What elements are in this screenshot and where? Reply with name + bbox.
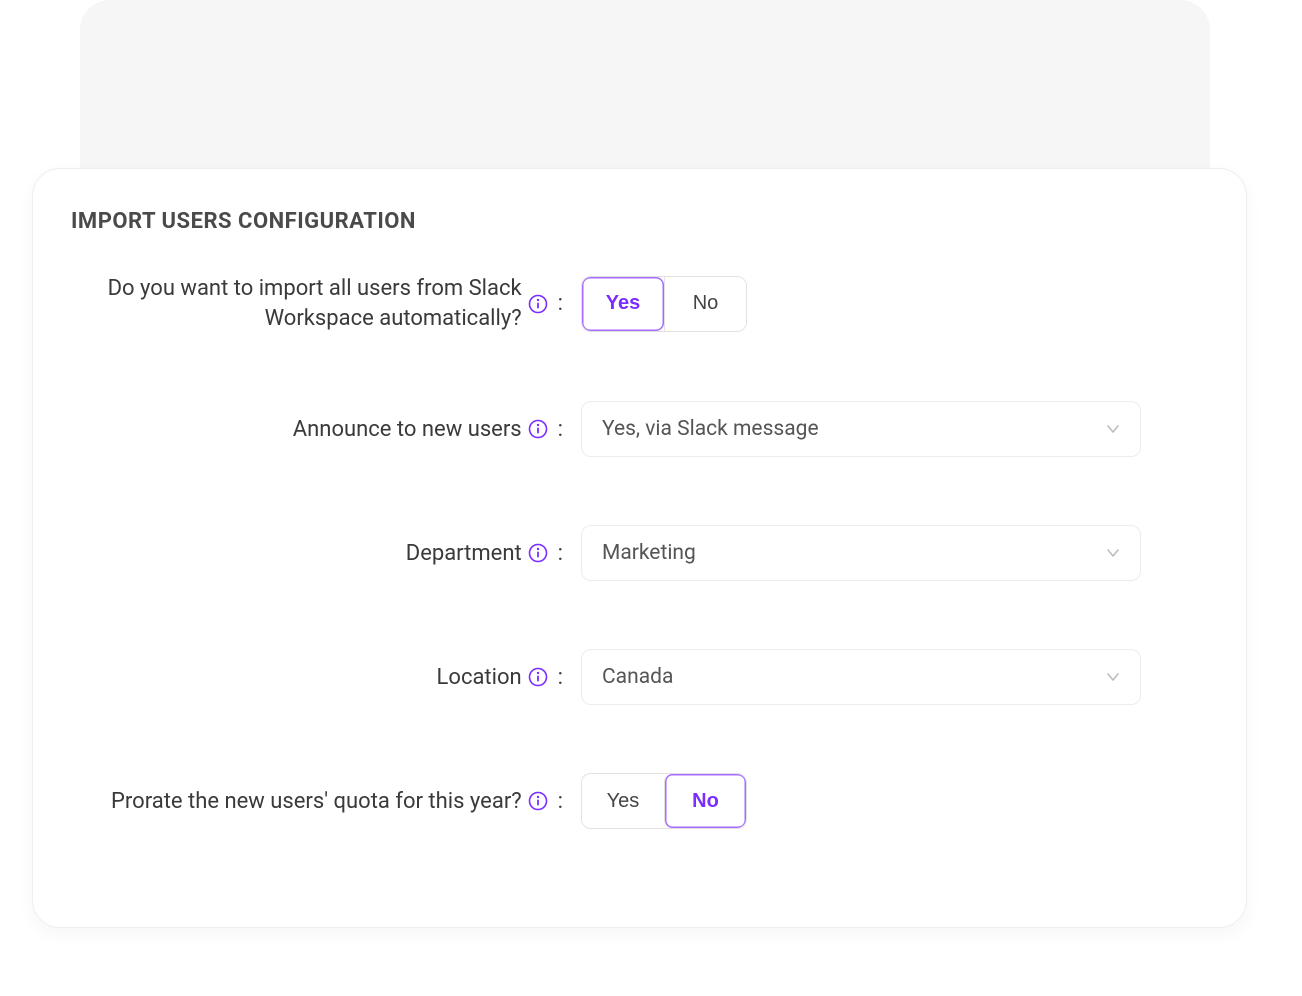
colon: : [558, 541, 563, 566]
colon: : [558, 789, 563, 814]
info-icon[interactable] [528, 294, 548, 314]
announce-select[interactable]: Yes, via Slack message [581, 401, 1141, 457]
location-label: Location [437, 663, 522, 693]
prorate-toggle: Yes No [581, 773, 747, 829]
prorate-label: Prorate the new users' quota for this ye… [111, 787, 522, 817]
import-users-config-card: IMPORT USERS CONFIGURATION Do you want t… [32, 168, 1247, 928]
import-auto-label: Do you want to import all users from Sla… [82, 274, 522, 333]
label-col: Prorate the new users' quota for this ye… [71, 787, 581, 817]
info-icon[interactable] [528, 419, 548, 439]
location-select[interactable]: Canada [581, 649, 1141, 705]
control-col: Yes No [581, 276, 1198, 332]
label-col: Announce to new users : [71, 415, 581, 445]
import-auto-toggle: Yes No [581, 276, 747, 332]
location-select-value: Canada [602, 665, 673, 689]
info-icon[interactable] [528, 791, 548, 811]
prorate-no-button[interactable]: No [664, 774, 746, 828]
department-label: Department [406, 539, 522, 569]
info-icon[interactable] [528, 543, 548, 563]
control-col: Canada [581, 649, 1198, 705]
info-icon[interactable] [528, 667, 548, 687]
form-rows: Do you want to import all users from Sla… [71, 274, 1198, 829]
control-col: Marketing [581, 525, 1198, 581]
card-title: IMPORT USERS CONFIGURATION [71, 209, 1198, 234]
row-prorate: Prorate the new users' quota for this ye… [71, 773, 1198, 829]
chevron-down-icon [1106, 670, 1120, 684]
chevron-down-icon [1106, 546, 1120, 560]
control-col: Yes, via Slack message [581, 401, 1198, 457]
label-col: Department : [71, 539, 581, 569]
chevron-down-icon [1106, 422, 1120, 436]
prorate-yes-button[interactable]: Yes [582, 774, 664, 828]
label-col: Do you want to import all users from Sla… [71, 274, 581, 333]
department-select-value: Marketing [602, 541, 696, 565]
colon: : [558, 665, 563, 690]
import-auto-yes-button[interactable]: Yes [582, 277, 664, 331]
row-import-auto: Do you want to import all users from Sla… [71, 274, 1198, 333]
department-select[interactable]: Marketing [581, 525, 1141, 581]
colon: : [558, 417, 563, 442]
control-col: Yes No [581, 773, 1198, 829]
announce-select-value: Yes, via Slack message [602, 417, 819, 441]
row-location: Location : Canada [71, 649, 1198, 705]
colon: : [558, 291, 563, 316]
row-announce: Announce to new users : Yes, via Slack m… [71, 401, 1198, 457]
label-col: Location : [71, 663, 581, 693]
announce-label: Announce to new users [293, 415, 522, 445]
row-department: Department : Marketing [71, 525, 1198, 581]
import-auto-no-button[interactable]: No [664, 277, 746, 331]
